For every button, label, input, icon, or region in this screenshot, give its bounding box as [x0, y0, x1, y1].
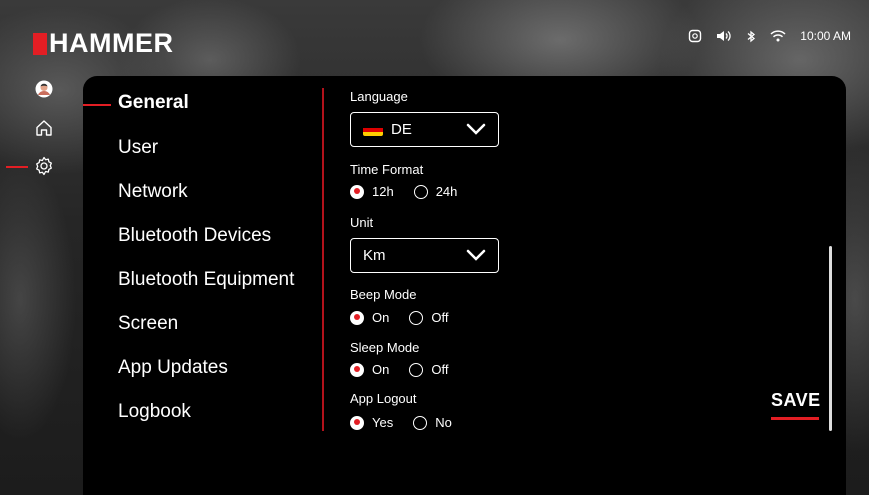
chevron-down-icon — [466, 248, 486, 266]
radio-beep-off[interactable]: Off — [409, 310, 448, 325]
beep-mode-label: Beep Mode — [350, 287, 417, 302]
home-icon[interactable] — [34, 118, 54, 138]
radio-beep-off-label: Off — [431, 310, 449, 325]
menu-item-logbook[interactable]: Logbook — [118, 401, 191, 423]
hammer-logo: HAMMER — [33, 28, 174, 59]
settings-icon[interactable] — [34, 156, 54, 176]
radio-beep-on[interactable]: On — [350, 310, 389, 325]
radio-unselected-icon — [413, 415, 428, 430]
language-label: Language — [350, 89, 408, 104]
radio-unselected-icon — [413, 184, 428, 199]
radio-logout-yes-label: Yes — [372, 415, 394, 430]
language-select[interactable]: DE — [350, 112, 499, 147]
radio-logout-no[interactable]: No — [413, 415, 452, 430]
scrollbar[interactable] — [829, 246, 832, 431]
logo-mark — [33, 32, 47, 55]
sleep-mode-label: Sleep Mode — [350, 340, 420, 355]
logo-text: HAMMER — [49, 28, 174, 58]
menu-item-general[interactable]: General — [118, 92, 189, 114]
radio-sleep-off[interactable]: Off — [409, 362, 448, 377]
language-value: DE — [391, 121, 412, 138]
bluetooth-icon — [746, 30, 756, 43]
clock-time: 10:00 AM — [800, 29, 851, 43]
radio-selected-icon — [350, 184, 364, 199]
menu-item-bluetooth-equipment[interactable]: Bluetooth Equipment — [118, 269, 294, 291]
time-format-label: Time Format — [350, 162, 424, 177]
radio-24h-label: 24h — [435, 184, 458, 199]
beep-mode-options: On Off — [350, 310, 468, 325]
radio-logout-no-label: No — [435, 415, 452, 430]
radio-sleep-on[interactable]: On — [350, 362, 389, 377]
chevron-down-icon — [466, 122, 486, 140]
time-format-options: 12h 24h — [350, 184, 477, 199]
radio-12h-label: 12h — [372, 184, 394, 199]
radio-24h[interactable]: 24h — [413, 184, 458, 199]
radio-unselected-icon — [409, 362, 424, 377]
status-bar: 10:00 AM — [688, 29, 851, 43]
menu-item-network[interactable]: Network — [118, 181, 188, 203]
app-logout-options: Yes No — [350, 415, 472, 430]
settings-panel: General User Network Bluetooth Devices B… — [83, 76, 846, 495]
app-logout-label: App Logout — [350, 391, 417, 406]
save-underline — [771, 417, 819, 420]
active-nav-indicator — [6, 166, 28, 168]
menu-item-user[interactable]: User — [118, 137, 158, 159]
settings-menu: General User Network Bluetooth Devices B… — [83, 76, 323, 495]
unit-label: Unit — [350, 215, 374, 230]
menu-item-screen[interactable]: Screen — [118, 313, 178, 335]
menu-item-app-updates[interactable]: App Updates — [118, 357, 228, 379]
german-flag-icon — [363, 123, 383, 136]
unit-select[interactable]: Km — [350, 238, 499, 273]
profile-icon[interactable] — [34, 79, 54, 99]
radio-beep-on-label: On — [372, 310, 390, 325]
radio-logout-yes[interactable]: Yes — [350, 415, 393, 430]
radio-sleep-on-label: On — [372, 362, 390, 377]
radio-selected-icon — [350, 415, 364, 430]
nfc-icon — [688, 29, 702, 43]
menu-divider — [322, 88, 324, 431]
volume-icon — [716, 30, 732, 42]
sleep-mode-options: On Off — [350, 362, 468, 377]
radio-unselected-icon — [409, 310, 424, 325]
unit-value: Km — [363, 247, 386, 264]
radio-12h[interactable]: 12h — [350, 184, 394, 199]
menu-item-bluetooth-devices[interactable]: Bluetooth Devices — [118, 225, 271, 247]
menu-active-indicator — [83, 104, 111, 106]
radio-selected-icon — [350, 310, 364, 325]
radio-selected-icon — [350, 362, 364, 377]
radio-sleep-off-label: Off — [431, 362, 449, 377]
save-button[interactable]: SAVE — [771, 390, 821, 411]
wifi-icon — [770, 30, 786, 42]
